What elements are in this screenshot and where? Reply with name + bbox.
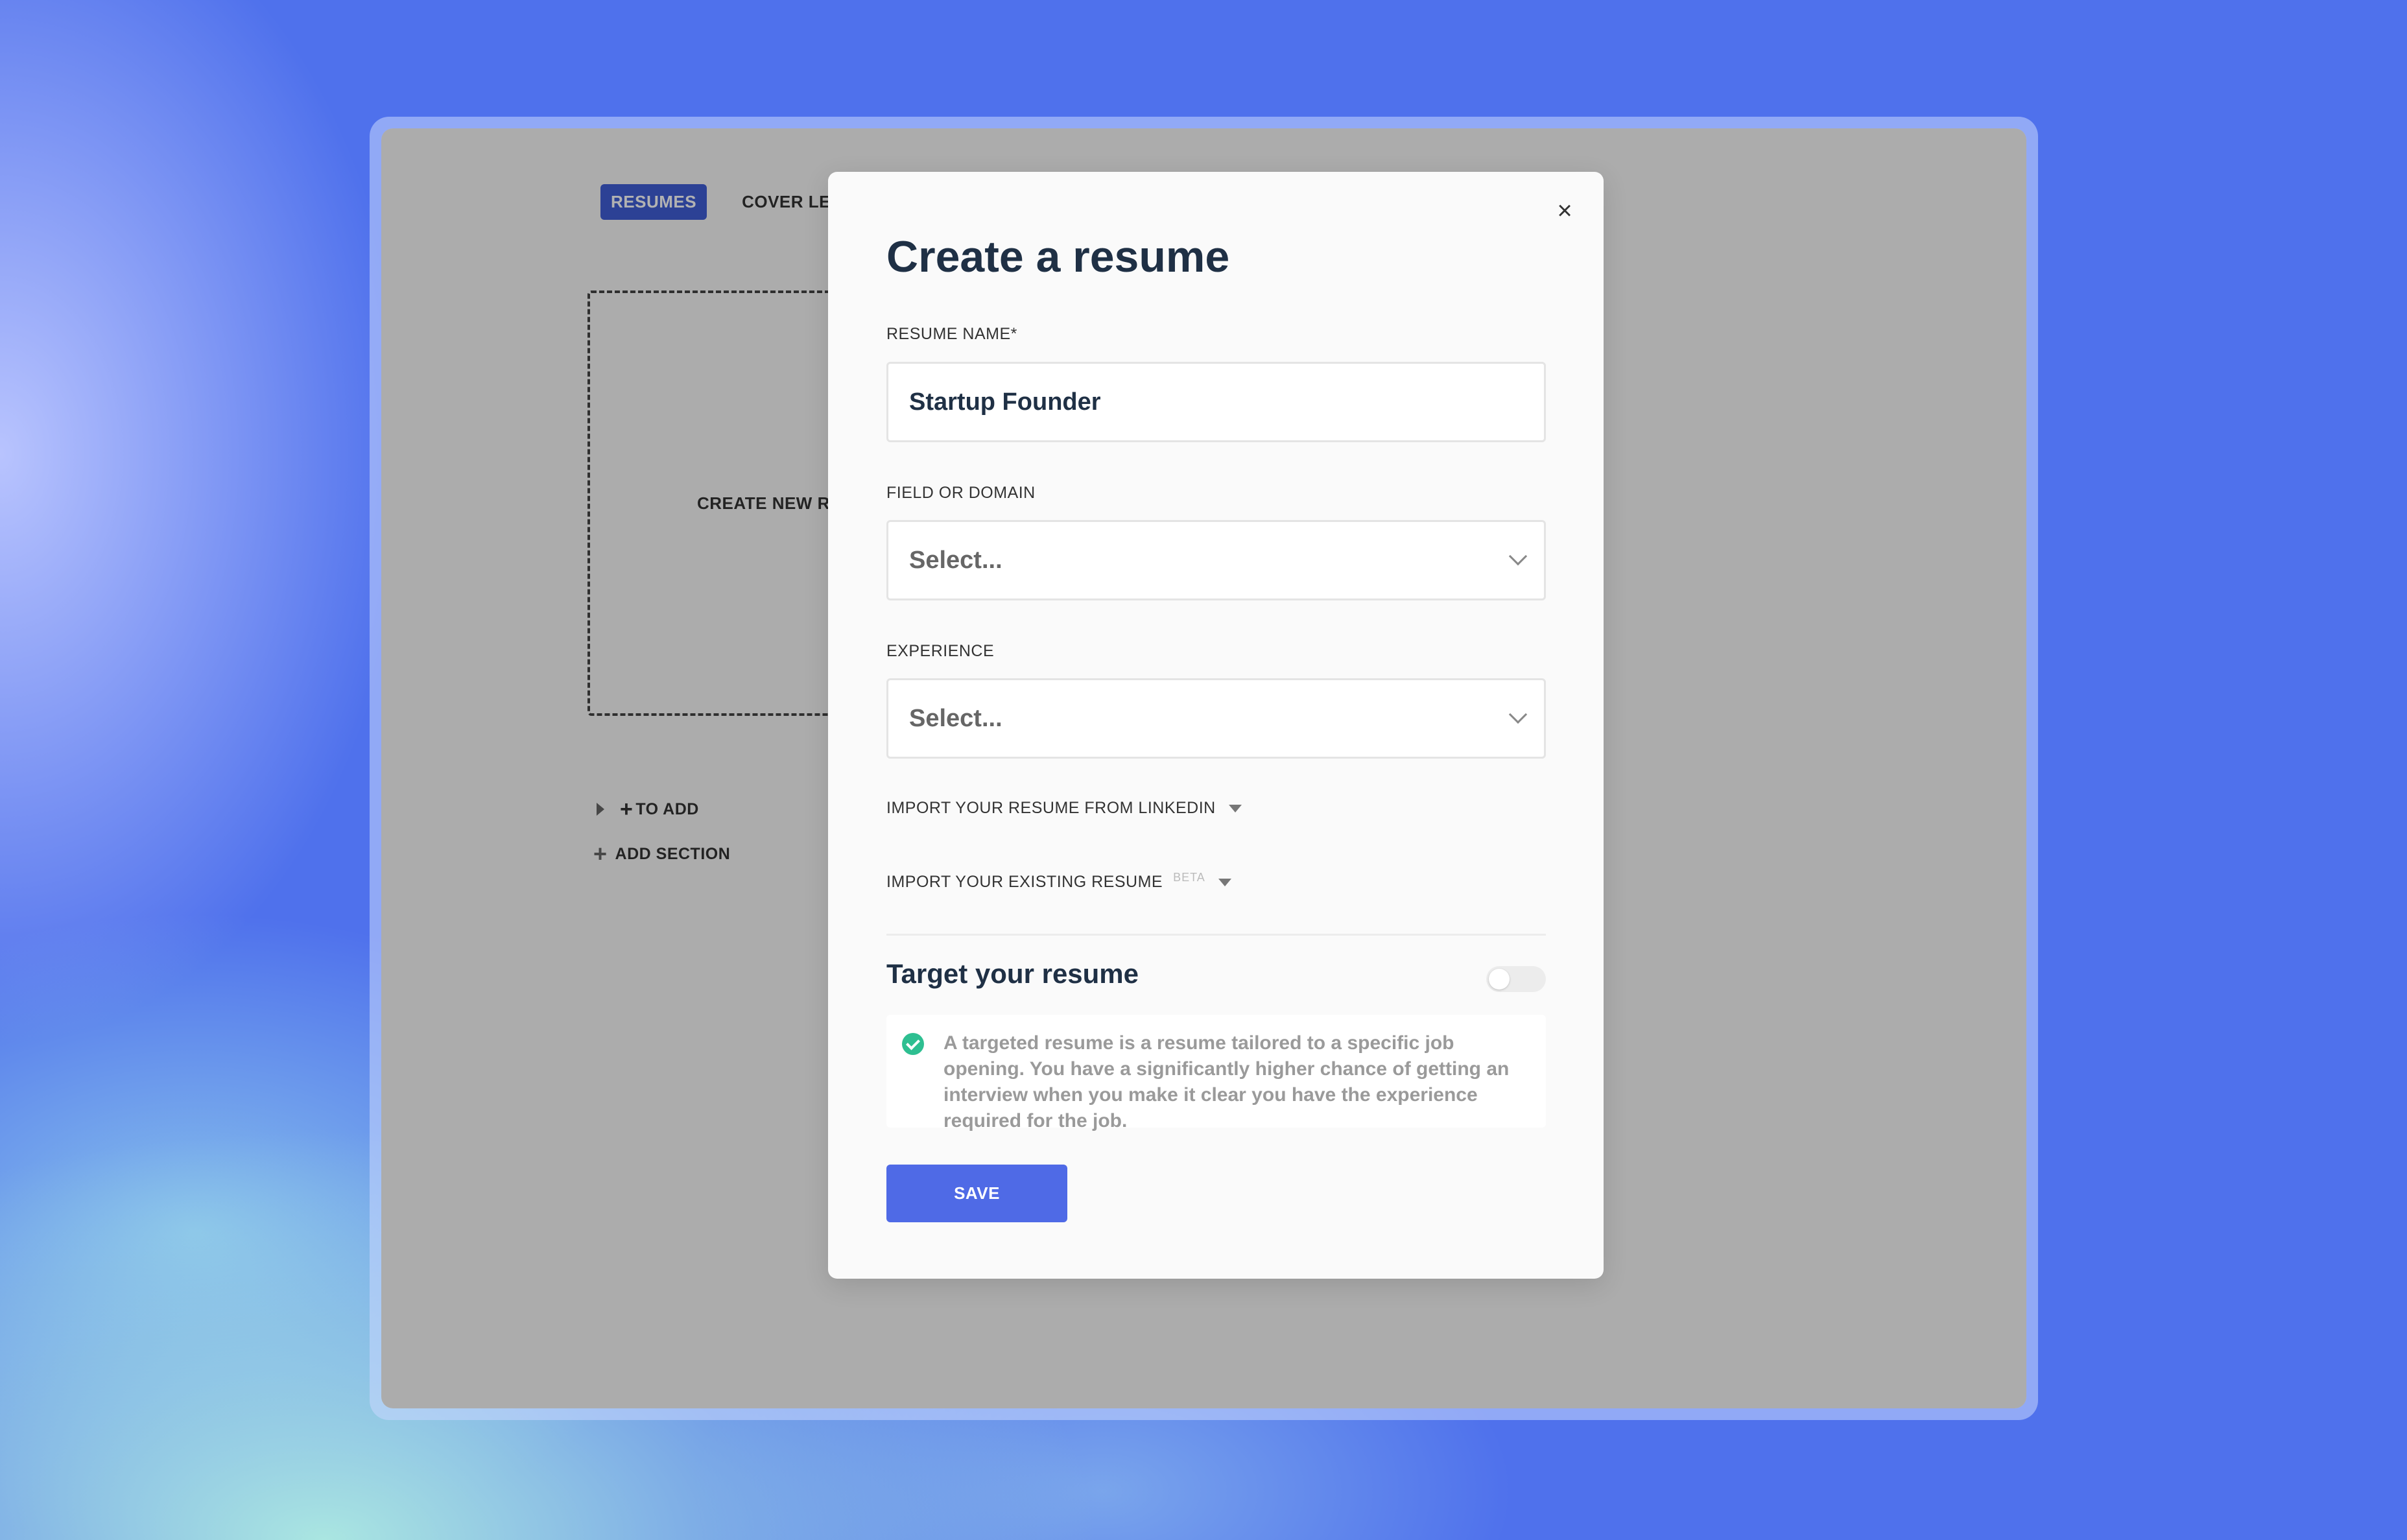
target-resume-title: Target your resume [886, 958, 1139, 989]
check-circle-icon [902, 1033, 924, 1055]
save-button[interactable]: SAVE [886, 1165, 1067, 1222]
divider [886, 934, 1546, 936]
chevron-down-icon [1508, 705, 1528, 724]
target-info-box: A targeted resume is a resume tailored t… [886, 1015, 1546, 1131]
experience-value: Select... [909, 704, 1002, 732]
close-icon[interactable]: × [1552, 198, 1578, 224]
target-resume-toggle[interactable] [1486, 966, 1546, 992]
field-domain-select[interactable]: Select... [886, 520, 1546, 600]
resume-name-input[interactable] [886, 362, 1546, 442]
import-linkedin-toggle[interactable]: IMPORT YOUR RESUME FROM LINKEDIN [886, 799, 1242, 818]
modal-title: Create a resume [886, 232, 1230, 281]
import-existing-label: IMPORT YOUR EXISTING RESUME [886, 873, 1163, 891]
create-resume-modal: × Create a resume RESUME NAME* FIELD OR … [828, 172, 1604, 1279]
field-domain-label: FIELD OR DOMAIN [886, 484, 1036, 502]
chevron-down-icon [1508, 547, 1528, 566]
toggle-knob [1489, 969, 1510, 989]
import-linkedin-label: IMPORT YOUR RESUME FROM LINKEDIN [886, 799, 1216, 817]
field-domain-value: Select... [909, 546, 1002, 574]
caret-down-icon [1228, 804, 1242, 812]
target-info-text: A targeted resume is a resume tailored t… [943, 1032, 1510, 1131]
beta-badge: BETA [1173, 871, 1205, 884]
resume-name-label: RESUME NAME* [886, 325, 1017, 343]
import-existing-toggle[interactable]: IMPORT YOUR EXISTING RESUME BETA [886, 871, 1231, 892]
experience-label: EXPERIENCE [886, 642, 995, 660]
experience-select[interactable]: Select... [886, 678, 1546, 759]
caret-down-icon [1218, 878, 1231, 886]
